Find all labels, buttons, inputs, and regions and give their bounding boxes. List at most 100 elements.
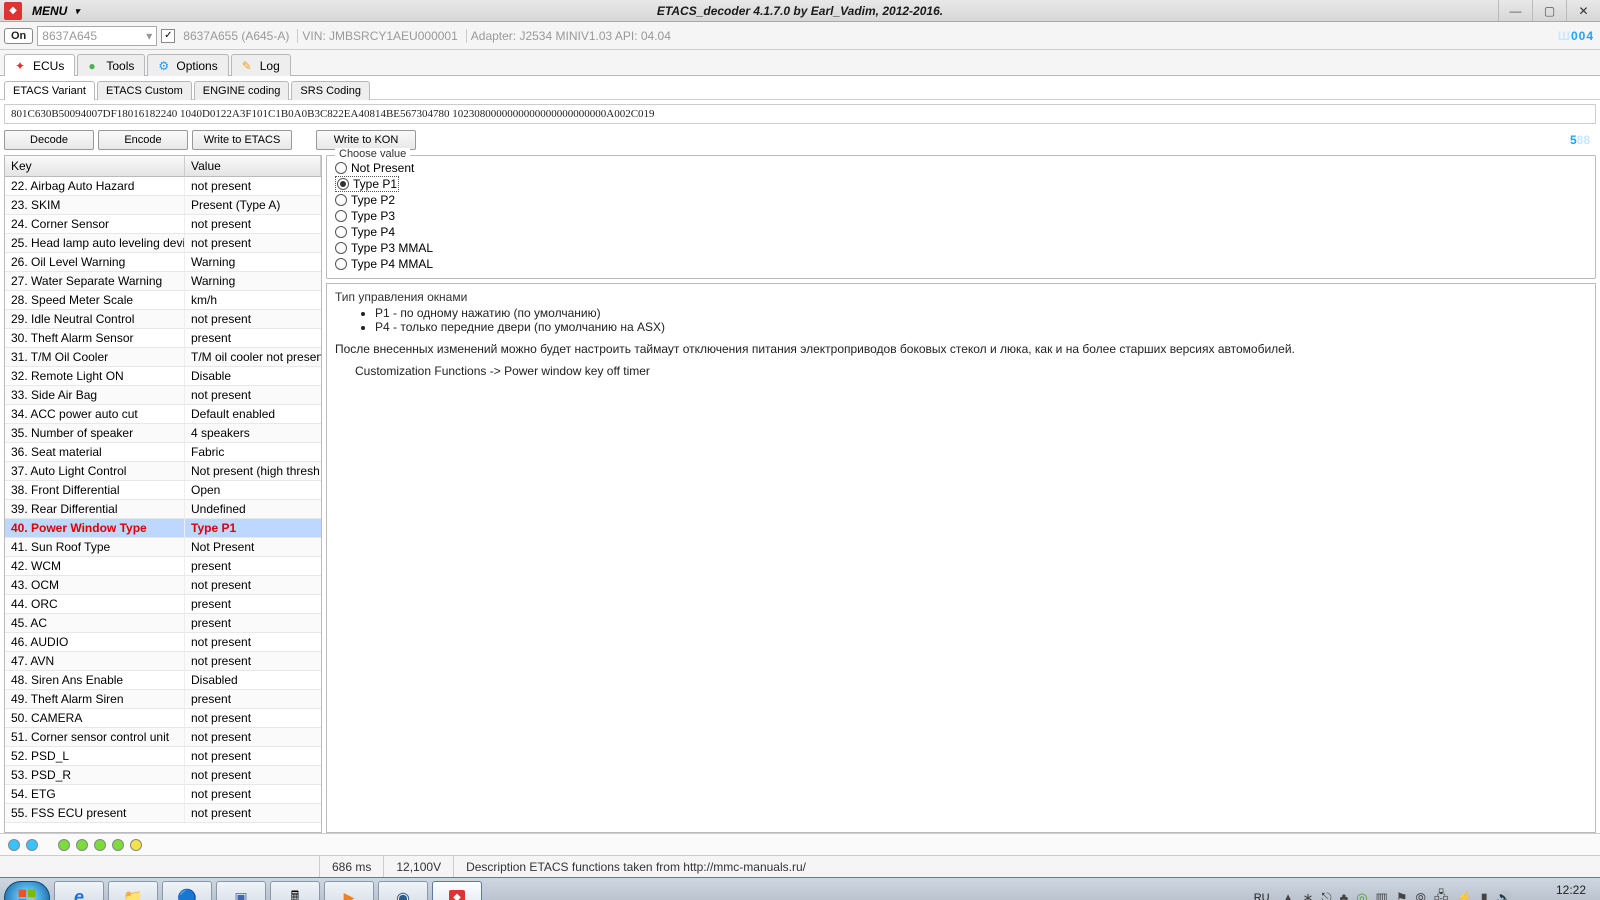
tray-network-icon[interactable]: 🖧 xyxy=(1434,887,1449,900)
table-row[interactable]: 33. Side Air Bagnot present xyxy=(5,386,321,405)
tray-nvidia-icon[interactable]: ◎ xyxy=(1356,890,1367,900)
radio-option[interactable]: Type P4 MMAL xyxy=(335,256,1587,272)
tray-flag-icon[interactable]: ▲ xyxy=(1282,890,1295,900)
col-key[interactable]: Key xyxy=(5,156,185,176)
table-row[interactable]: 27. Water Separate WarningWarning xyxy=(5,272,321,291)
tab-tools[interactable]: Tools xyxy=(77,54,145,76)
ecu-select-1[interactable]: 8637A645▾ xyxy=(37,26,157,46)
table-row[interactable]: 30. Theft Alarm Sensorpresent xyxy=(5,329,321,348)
minimize-button[interactable]: — xyxy=(1498,0,1532,21)
table-row[interactable]: 42. WCMpresent xyxy=(5,557,321,576)
table-row[interactable]: 40. Power Window TypeType P1 xyxy=(5,519,321,538)
table-row[interactable]: 23. SKIMPresent (Type A) xyxy=(5,196,321,215)
table-row[interactable]: 52. PSD_Lnot present xyxy=(5,747,321,766)
tray-monitor-icon[interactable]: ▥ xyxy=(1376,890,1388,900)
tray-shield-icon[interactable]: ⚑ xyxy=(1396,890,1408,900)
table-body[interactable]: 22. Airbag Auto Hazardnot present23. SKI… xyxy=(5,177,321,832)
ecu-checkbox[interactable]: ✓ xyxy=(161,29,175,43)
close-button[interactable]: ✕ xyxy=(1566,0,1600,21)
radio-option[interactable]: Type P1 xyxy=(335,176,399,192)
table-row[interactable]: 51. Corner sensor control unitnot presen… xyxy=(5,728,321,747)
table-row[interactable]: 34. ACC power auto cutDefault enabled xyxy=(5,405,321,424)
tab-options[interactable]: Options xyxy=(147,54,228,76)
row-key: 54. ETG xyxy=(5,785,185,803)
taskbar-media-player[interactable]: ▶ xyxy=(324,881,374,900)
table-row[interactable]: 36. Seat materialFabric xyxy=(5,443,321,462)
maximize-button[interactable]: ▢ xyxy=(1532,0,1566,21)
table-row[interactable]: 50. CAMERAnot present xyxy=(5,709,321,728)
row-key: 49. Theft Alarm Siren xyxy=(5,690,185,708)
tray-bluetooth-icon[interactable]: ∗ xyxy=(1302,890,1313,900)
table-row[interactable]: 48. Siren Ans EnableDisabled xyxy=(5,671,321,690)
subtab-engine-coding[interactable]: ENGINE coding xyxy=(194,81,290,100)
start-button[interactable] xyxy=(4,881,50,900)
table-row[interactable]: 39. Rear DifferentialUndefined xyxy=(5,500,321,519)
radio-icon xyxy=(335,194,347,206)
taskbar-etacs-decoder[interactable]: ◆ xyxy=(432,881,482,900)
row-key: 42. WCM xyxy=(5,557,185,575)
table-row[interactable]: 55. FSS ECU presentnot present xyxy=(5,804,321,823)
tab-ecus[interactable]: ECUs xyxy=(4,54,75,76)
table-row[interactable]: 22. Airbag Auto Hazardnot present xyxy=(5,177,321,196)
table-row[interactable]: 32. Remote Light ONDisable xyxy=(5,367,321,386)
table-header: Key Value xyxy=(5,156,321,177)
table-row[interactable]: 44. ORCpresent xyxy=(5,595,321,614)
table-row[interactable]: 35. Number of speaker4 speakers xyxy=(5,424,321,443)
taskbar-app-2[interactable]: ◉ xyxy=(378,881,428,900)
table-row[interactable]: 37. Auto Light ControlNot present (high … xyxy=(5,462,321,481)
decode-button[interactable]: Decode xyxy=(4,130,94,150)
tray-clock[interactable]: 12:22 21.10.2016 xyxy=(1520,883,1592,900)
taskbar-app-1[interactable]: ▣ xyxy=(216,881,266,900)
table-row[interactable]: 54. ETGnot present xyxy=(5,785,321,804)
subtab-srs-coding[interactable]: SRS Coding xyxy=(291,81,370,100)
ecu-icon xyxy=(15,59,29,73)
menu-dropdown[interactable]: MENU xyxy=(26,4,81,18)
subtab-etacs-variant[interactable]: ETACS Variant xyxy=(4,81,95,100)
taskbar-ie[interactable]: e xyxy=(54,881,104,900)
tray-wifi-icon[interactable]: ⦾ xyxy=(1416,890,1426,900)
write-kon-button[interactable]: Write to KON xyxy=(316,130,416,150)
tray-volume-icon[interactable]: 🔊 xyxy=(1496,890,1512,900)
on-toggle[interactable]: On xyxy=(4,28,33,44)
row-value: Type P1 xyxy=(185,519,321,537)
row-value: Warning xyxy=(185,272,321,290)
tray-power-icon[interactable]: ⚡ xyxy=(1456,890,1472,900)
table-row[interactable]: 53. PSD_Rnot present xyxy=(5,766,321,785)
tray-battery-icon[interactable]: ▮ xyxy=(1481,890,1488,900)
encode-button[interactable]: Encode xyxy=(98,130,188,150)
table-row[interactable]: 46. AUDIOnot present xyxy=(5,633,321,652)
subtab-etacs-custom[interactable]: ETACS Custom xyxy=(97,81,192,100)
tray-device-icon[interactable]: ⎋ xyxy=(1321,890,1331,900)
table-row[interactable]: 24. Corner Sensornot present xyxy=(5,215,321,234)
tab-log[interactable]: Log xyxy=(231,54,291,76)
table-row[interactable]: 25. Head lamp auto leveling devicenot pr… xyxy=(5,234,321,253)
write-etacs-button[interactable]: Write to ETACS xyxy=(192,130,292,150)
taskbar-explorer[interactable]: 📁 xyxy=(108,881,158,900)
radio-icon xyxy=(335,162,347,174)
col-value[interactable]: Value xyxy=(185,156,321,176)
radio-option[interactable]: Type P4 xyxy=(335,224,1587,240)
taskbar-chrome[interactable]: 🔵 xyxy=(162,881,212,900)
radio-option[interactable]: Not Present xyxy=(335,160,1587,176)
language-indicator[interactable]: RU xyxy=(1250,890,1274,900)
image-icon: ▣ xyxy=(234,889,247,900)
tray-usb-icon[interactable]: ♣ xyxy=(1340,890,1349,900)
table-row[interactable]: 49. Theft Alarm Sirenpresent xyxy=(5,690,321,709)
table-row[interactable]: 28. Speed Meter Scalekm/h xyxy=(5,291,321,310)
table-row[interactable]: 31. T/M Oil CoolerT/M oil cooler not pre… xyxy=(5,348,321,367)
taskbar-calculator[interactable]: 🖩 xyxy=(270,881,320,900)
table-row[interactable]: 47. AVNnot present xyxy=(5,652,321,671)
table-row[interactable]: 43. OCMnot present xyxy=(5,576,321,595)
radio-option[interactable]: Type P3 MMAL xyxy=(335,240,1587,256)
table-row[interactable]: 45. ACpresent xyxy=(5,614,321,633)
radio-option[interactable]: Type P3 xyxy=(335,208,1587,224)
radio-option[interactable]: Type P2 xyxy=(335,192,1587,208)
table-row[interactable]: 26. Oil Level WarningWarning xyxy=(5,253,321,272)
table-row[interactable]: 38. Front DifferentialOpen xyxy=(5,481,321,500)
radio-label: Type P3 xyxy=(351,209,395,223)
table-row[interactable]: 29. Idle Neutral Controlnot present xyxy=(5,310,321,329)
table-row[interactable]: 41. Sun Roof TypeNot Present xyxy=(5,538,321,557)
ie-icon: e xyxy=(74,887,84,900)
hex-string[interactable]: 801C630B50094007DF18016182240 1040D0122A… xyxy=(4,104,1596,124)
row-value: present xyxy=(185,614,321,632)
